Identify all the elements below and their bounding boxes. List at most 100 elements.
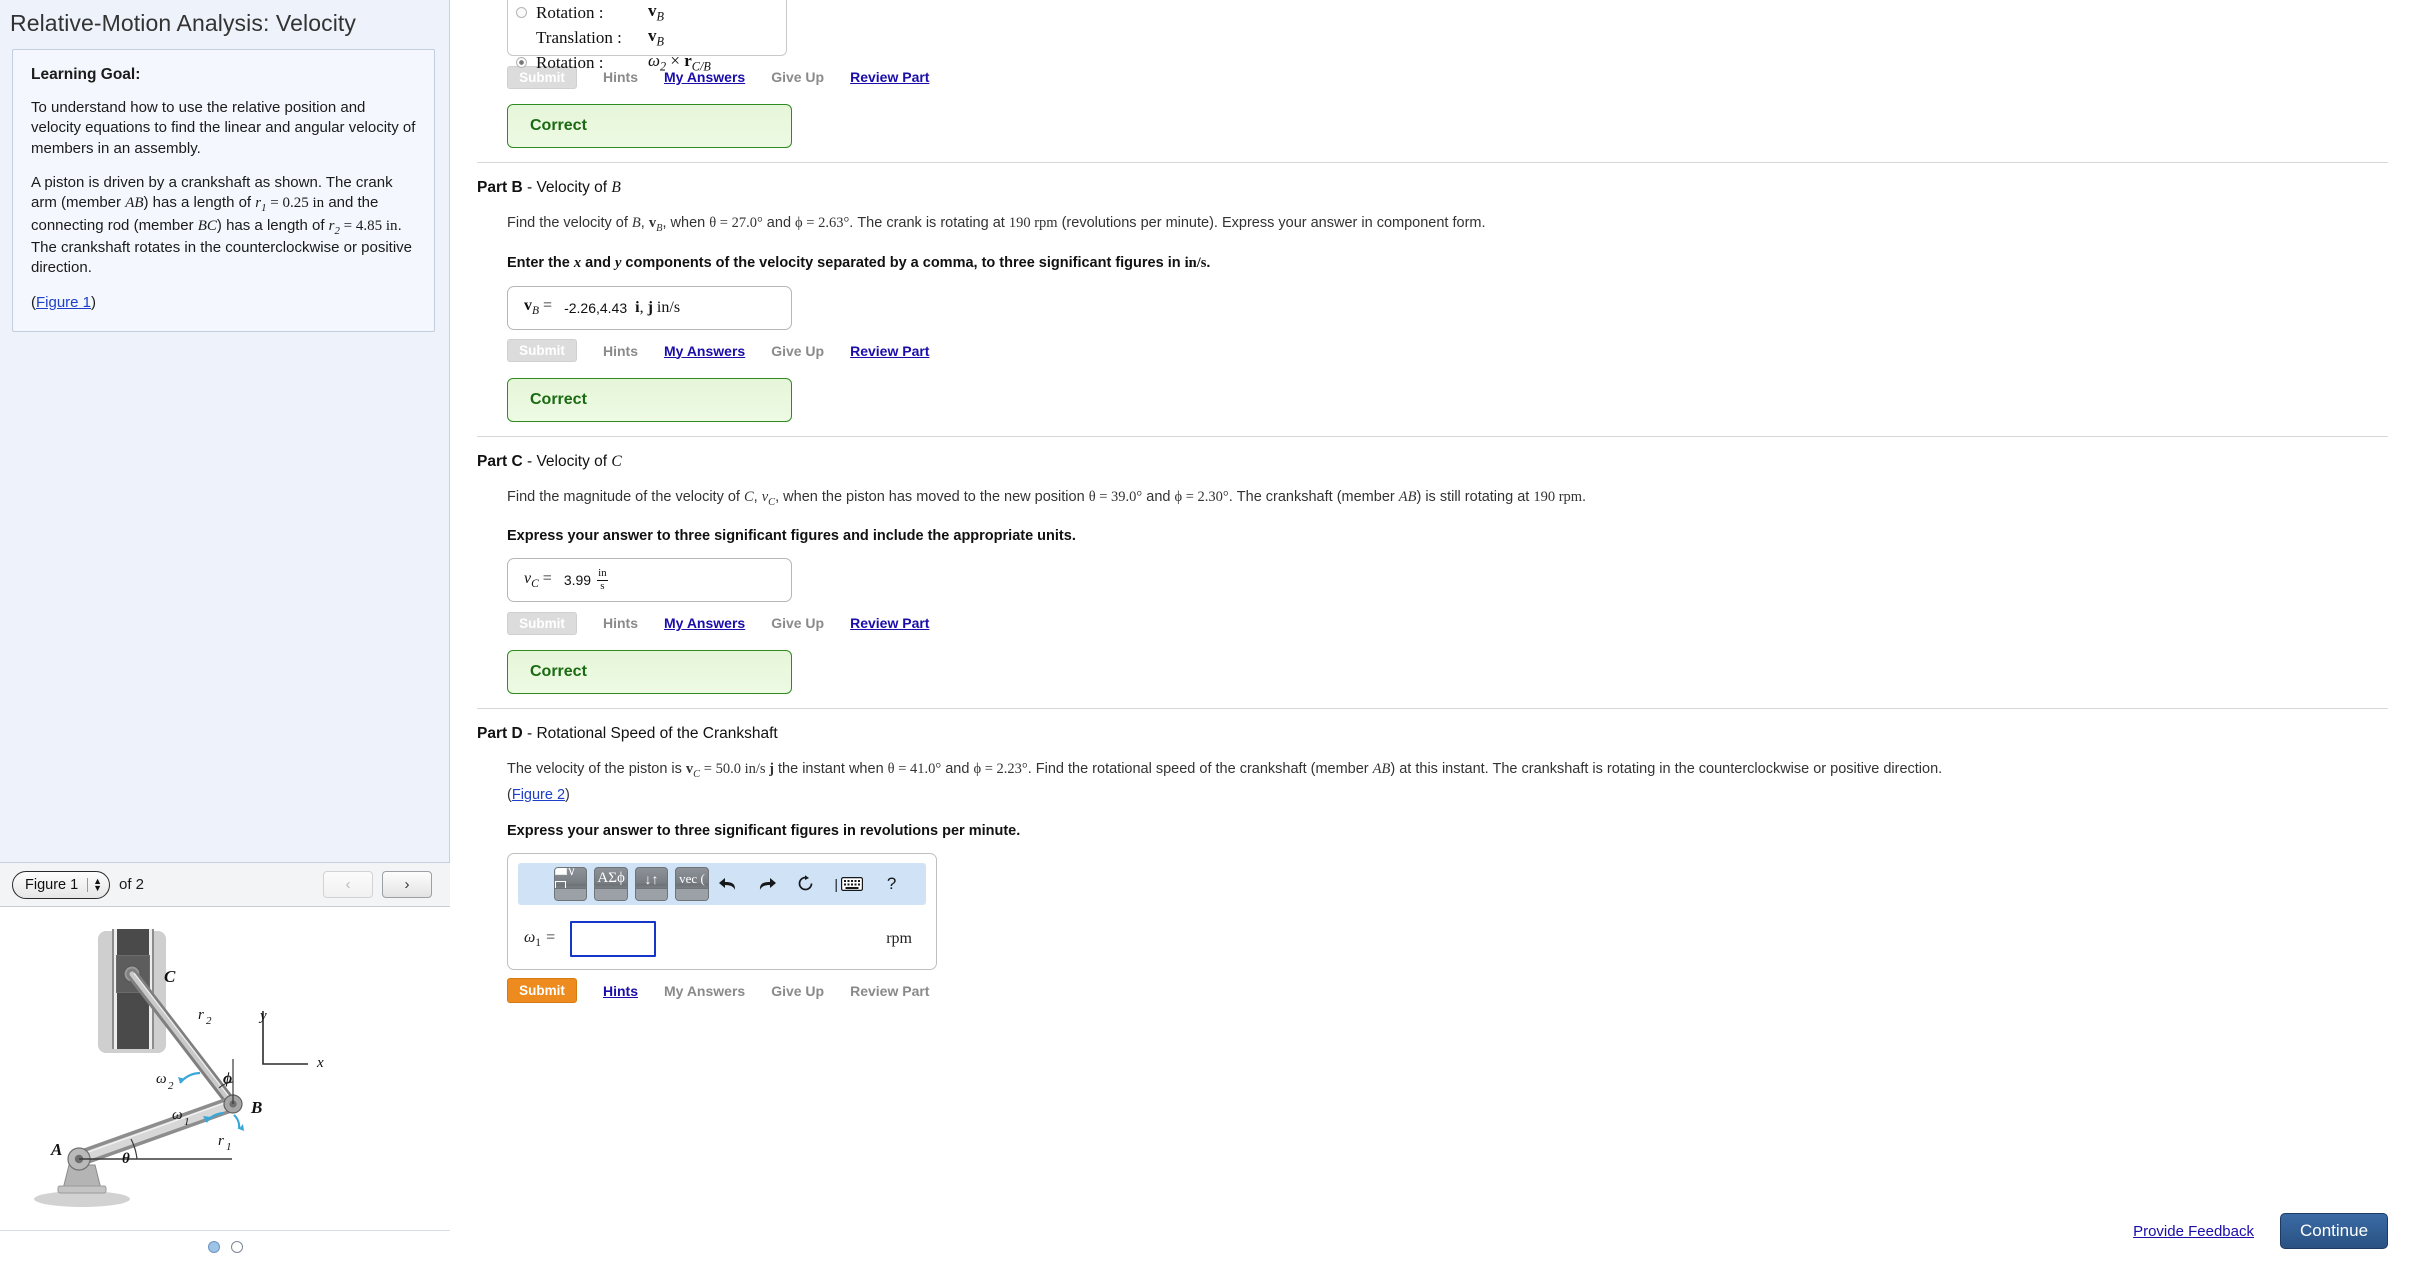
label-b: B	[250, 1098, 262, 1117]
phi-value: ϕ = 2.23°	[973, 761, 1028, 777]
setup-mid-3: ) has a length of	[216, 216, 329, 234]
units: in/s	[1184, 254, 1207, 271]
choice-label: Rotation :	[536, 52, 604, 72]
template-sqrt-key[interactable]: √	[554, 866, 588, 901]
part-b-answer-value: -2.26,4.43	[564, 299, 628, 316]
q1: Find the magnitude of the velocity of	[507, 488, 744, 505]
reset-icon[interactable]	[793, 874, 818, 893]
q3: . Find the rotational speed of the crank…	[1027, 761, 1373, 777]
part-d-answer-input[interactable]	[570, 920, 656, 957]
figure-count-label: of 2	[119, 876, 145, 893]
setup-mid-1: ) has a length of	[143, 194, 256, 211]
part-c-my-answers-link[interactable]: My Answers	[664, 615, 745, 631]
part-d-hints-link[interactable]: Hints	[603, 983, 638, 999]
part-d-heading: Part D - Rotational Speed of the Cranksh…	[477, 725, 2388, 743]
problem-setup-text: A piston is driven by a crankshaft as sh…	[31, 173, 416, 279]
rpm-value: 190 rpm	[1533, 488, 1583, 505]
r2-value: = 4.85 in	[339, 217, 398, 234]
part-b-review-part-link[interactable]: Review Part	[850, 343, 929, 359]
choice-row[interactable]: Translation : vB	[508, 25, 786, 50]
keyboard-glyph	[840, 876, 863, 891]
part-d-submit-button[interactable]: Submit	[507, 978, 577, 1004]
part-b-answer-field[interactable]: vB = -2.26,4.43 i, j in/s	[507, 285, 792, 330]
member-ab: AB	[1372, 761, 1391, 777]
reset-glyph	[798, 875, 813, 891]
figure-dot-2[interactable]	[230, 1240, 243, 1253]
part-c-answer-value: 3.99	[563, 572, 592, 588]
unit-denominator: s	[600, 579, 605, 592]
q1: The velocity of the piston is	[507, 761, 686, 777]
part-d-action-row: Submit Hints My Answers Give Up Review P…	[507, 978, 2388, 1004]
main-content: Rotation : vB Translation : vB Rotation …	[451, 0, 2416, 1262]
part-b-submit-button: Submit	[507, 339, 577, 362]
vector-key[interactable]: vec (	[675, 866, 709, 901]
part-c-question: Find the magnitude of the velocity of C,…	[507, 488, 1587, 508]
choice-row[interactable]: Rotation : vB	[508, 0, 786, 25]
keyboard-icon[interactable]: |	[832, 876, 865, 892]
undo-glyph	[719, 877, 736, 890]
help-icon[interactable]: ?	[879, 874, 904, 894]
part-d-body: The velocity of the piston is vC = 50.0 …	[507, 759, 2388, 1004]
q3: . The crankshaft (member	[1228, 488, 1399, 505]
part-c-give-up-link: Give Up	[771, 615, 825, 631]
part-b-action-row: Submit Hints My Answers Give Up Review P…	[507, 338, 2388, 364]
part-b-question: Find the velocity of B, vB, when θ = 27.…	[507, 215, 1486, 234]
figure-1-link[interactable]: Figure 1	[36, 294, 91, 311]
part-a-actions-wrapper: Submit Hints My Answers Give Up Review P…	[507, 64, 2388, 148]
part-a-review-part-link[interactable]: Review Part	[850, 69, 929, 85]
member-bc-label: BC	[197, 217, 217, 234]
i3: components of the velocity separated by …	[621, 254, 1185, 271]
vc-value: = 50.0 in/s	[700, 761, 770, 777]
radio-button[interactable]	[516, 7, 527, 18]
paren-close: )	[565, 786, 570, 803]
paren-close: )	[91, 293, 97, 311]
part-d-give-up-link: Give Up	[771, 982, 825, 999]
and-1: and	[1142, 488, 1175, 505]
label-c: C	[164, 967, 176, 986]
choice-row-selected[interactable]: Rotation : ω2 × rC/B	[508, 50, 786, 75]
problem-statement-panel: Learning Goal: To understand how to use …	[12, 49, 435, 332]
sub-superscript-key[interactable]: ↓↑	[634, 866, 669, 901]
part-c-answer-field[interactable]: vC = 3.99 in s	[507, 558, 792, 602]
figure-dot-1[interactable]	[207, 1240, 220, 1253]
divider	[477, 708, 2388, 709]
divider	[477, 435, 2388, 437]
label-theta: θ	[122, 1151, 130, 1167]
part-c-answer-units: in s	[597, 567, 608, 592]
undo-icon[interactable]	[716, 875, 741, 893]
part-c-action-row: Submit Hints My Answers Give Up Review P…	[507, 610, 2388, 636]
greek-letters-key[interactable]: ΑΣϕ	[594, 866, 628, 901]
math-toolbar[interactable]: √ ΑΣϕ ↓↑ vec ( | ?	[518, 862, 926, 905]
radio-button-selected[interactable]	[516, 57, 527, 68]
part-c-title: Velocity of	[536, 452, 612, 470]
part-b-var: B	[611, 179, 621, 196]
part-c-submit-button: Submit	[507, 611, 577, 635]
q2: the instant when	[774, 761, 888, 777]
redo-icon[interactable]	[755, 875, 780, 893]
part-d-question: The velocity of the piston is vC = 50.0 …	[507, 761, 1943, 780]
dash: -	[522, 179, 537, 196]
part-c-heading: Part C - Velocity of C	[477, 453, 2388, 471]
q2: , when	[662, 215, 710, 231]
figure-next-button[interactable]: ›	[382, 871, 432, 898]
part-c-feedback-correct: Correct	[507, 650, 792, 694]
continue-button[interactable]: Continue	[2280, 1213, 2388, 1249]
divider	[477, 162, 2388, 163]
figure-pagination-dots[interactable]	[0, 1230, 450, 1262]
part-c-hints-link: Hints	[603, 615, 638, 631]
part-b-heading: Part B - Velocity of B	[477, 179, 2388, 197]
figure-pane: Figure 1 Figure 2 ▲▼ of 2 ‹ ›	[0, 862, 450, 1262]
part-d-math-input-widget[interactable]: √ ΑΣϕ ↓↑ vec ( | ? ω1 = rpm	[507, 852, 937, 970]
and-1: and	[941, 761, 974, 777]
part-b-my-answers-link[interactable]: My Answers	[664, 343, 745, 359]
crank-piston-diagram: C B A r 2 r 1 ω 2 ω 1 θ ϕ y x	[34, 929, 324, 1207]
figure-select-wrapper[interactable]: Figure 1 Figure 2 ▲▼	[12, 870, 110, 899]
figure-2-link[interactable]: Figure 2	[512, 787, 565, 803]
part-a-choice-block[interactable]: Rotation : vB Translation : vB Rotation …	[507, 0, 787, 73]
choice-label: Translation :	[536, 27, 622, 47]
part-c-review-part-link[interactable]: Review Part	[850, 615, 929, 631]
figure-selector[interactable]: Figure 1 Figure 2	[12, 870, 110, 899]
page-title: Relative-Motion Analysis: Velocity	[10, 10, 356, 36]
figure-prev-button[interactable]: ‹	[323, 871, 373, 898]
provide-feedback-link[interactable]: Provide Feedback	[2133, 1223, 2254, 1240]
